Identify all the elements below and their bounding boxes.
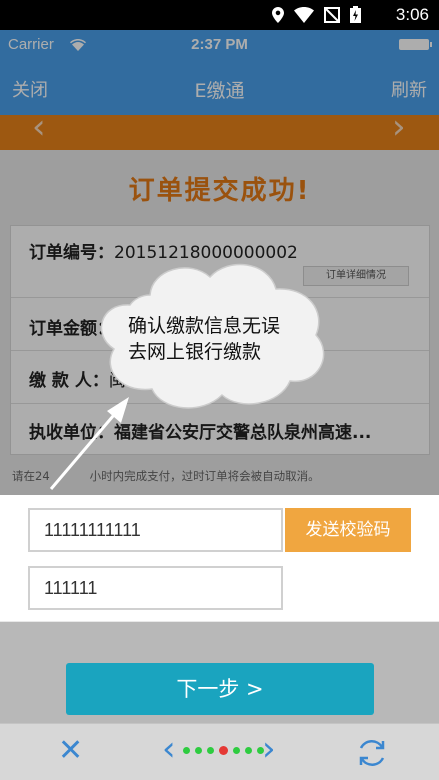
page-dot — [207, 747, 214, 754]
verification-code-input[interactable] — [28, 566, 283, 610]
tooltip-line-2: 去网上银行缴款 — [128, 341, 262, 363]
chevron-right-icon[interactable]: › — [262, 732, 276, 766]
tooltip-text: 确认缴款信息无误 去网上银行缴款 — [128, 313, 328, 365]
bottom-toolbar: ✕ ‹ › — [0, 723, 439, 780]
tooltip-line-1: 确认缴款信息无误 — [128, 315, 281, 337]
page-dot — [233, 747, 240, 754]
page-dot-active — [219, 746, 228, 755]
wifi-icon — [294, 6, 314, 27]
page-dot — [245, 747, 252, 754]
send-code-button[interactable]: 发送校验码 — [285, 508, 411, 552]
page-indicator — [183, 746, 264, 755]
location-icon — [272, 6, 284, 27]
refresh-icon[interactable] — [356, 737, 388, 773]
phone-input[interactable] — [28, 508, 283, 552]
page-dot — [183, 747, 190, 754]
android-status-bar: 3:06 — [0, 0, 439, 30]
next-step-button[interactable]: 下一步 > — [66, 663, 374, 715]
close-icon[interactable]: ✕ — [58, 736, 83, 766]
no-sim-icon — [324, 6, 340, 27]
page-dot — [195, 747, 202, 754]
pointer-arrow-icon — [49, 397, 129, 490]
battery-icon — [350, 6, 361, 27]
chevron-left-icon[interactable]: ‹ — [162, 732, 176, 766]
android-status-time: 3:06 — [395, 5, 429, 24]
